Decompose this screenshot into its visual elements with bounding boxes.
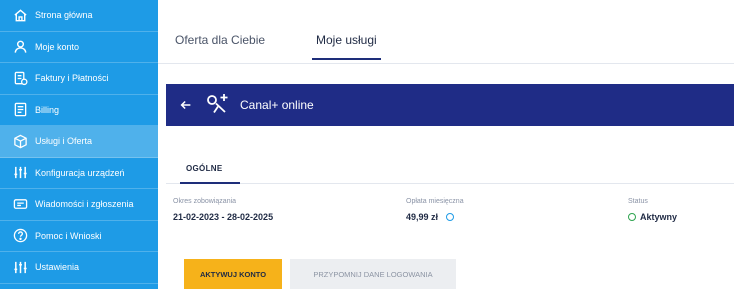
- sidebar-item-services[interactable]: Usługi i Oferta: [0, 126, 158, 158]
- sidebar: Strona główna Moje konto Faktury i Płatn…: [0, 0, 158, 289]
- invoice-icon: [12, 70, 28, 86]
- main-content: Oferta dla Ciebie Moje usługi Canal+ onl…: [158, 0, 734, 289]
- tab-my-services[interactable]: Moje usługi: [312, 33, 381, 60]
- commitment-period-label: Okres zobowiązania: [173, 198, 237, 205]
- sidebar-item-device-config[interactable]: Konfiguracja urządzeń: [0, 158, 158, 189]
- info-icon[interactable]: [446, 213, 455, 221]
- monthly-fee-text: 49,99 zł: [406, 212, 439, 222]
- help-icon: [12, 228, 28, 244]
- sidebar-item-billing[interactable]: Billing: [0, 95, 158, 126]
- tab-general[interactable]: OGÓLNE: [186, 164, 222, 173]
- monthly-fee-value: 49,99 zł: [406, 212, 464, 222]
- home-icon: [12, 7, 28, 23]
- tab-offer[interactable]: Oferta dla Ciebie: [175, 33, 265, 47]
- service-title: Canal+ online: [240, 98, 314, 112]
- status-circle-icon: [628, 213, 636, 221]
- activate-account-button[interactable]: AKTYWUJ KONTO: [184, 259, 282, 289]
- sidebar-item-label: Ustawienia: [35, 262, 80, 273]
- sidebar-item-messages[interactable]: Wiadomości i zgłoszenia: [0, 189, 158, 221]
- sidebar-item-home[interactable]: Strona główna: [0, 0, 158, 32]
- service-plug-icon: [194, 89, 232, 122]
- remind-login-button[interactable]: PRZYPOMNIJ DANE LOGOWANIA: [290, 259, 456, 289]
- section-divider: [166, 183, 734, 184]
- commitment-period-value: 21-02-2023 - 28-02-2025: [173, 212, 273, 222]
- active-tab-indicator: [180, 182, 240, 184]
- monthly-fee: Opłata miesięczna 49,99 zł: [406, 198, 464, 222]
- status-value: Aktywny: [628, 212, 677, 222]
- sidebar-item-label: Usługi i Oferta: [35, 136, 93, 147]
- service-header: Canal+ online: [166, 84, 734, 126]
- message-icon: [12, 196, 28, 212]
- services-icon: [12, 133, 28, 149]
- back-arrow-icon[interactable]: [178, 97, 194, 113]
- status-label: Status: [628, 198, 648, 205]
- sidebar-item-label: Pomoc i Wnioski: [35, 230, 102, 241]
- sidebar-item-label: Moje konto: [35, 41, 80, 52]
- billing-icon: [12, 102, 28, 118]
- sidebar-item-account[interactable]: Moje konto: [0, 32, 158, 63]
- sidebar-item-label: Billing: [35, 104, 60, 115]
- sidebar-item-label: Konfiguracja urządzeń: [35, 167, 125, 178]
- settings-sliders-icon: [12, 259, 28, 275]
- sidebar-item-help[interactable]: Pomoc i Wnioski: [0, 221, 158, 252]
- sidebar-item-invoices[interactable]: Faktury i Płatności: [0, 63, 158, 95]
- user-icon: [12, 39, 28, 55]
- status: Status Aktywny: [628, 198, 677, 222]
- sidebar-item-settings[interactable]: Ustawienia: [0, 252, 158, 284]
- top-tabs: Oferta dla Ciebie Moje usługi: [158, 0, 734, 64]
- sidebar-item-label: Faktury i Płatności: [35, 73, 109, 84]
- status-text: Aktywny: [640, 212, 678, 222]
- sidebar-item-label: Wiadomości i zgłoszenia: [35, 199, 134, 210]
- commitment-period-text: 21-02-2023 - 28-02-2025: [173, 212, 274, 222]
- commitment-period: Okres zobowiązania 21-02-2023 - 28-02-20…: [173, 198, 273, 222]
- monthly-fee-label: Opłata miesięczna: [406, 198, 464, 205]
- sidebar-item-label: Strona główna: [35, 10, 93, 21]
- settings-sliders-icon: [12, 165, 28, 181]
